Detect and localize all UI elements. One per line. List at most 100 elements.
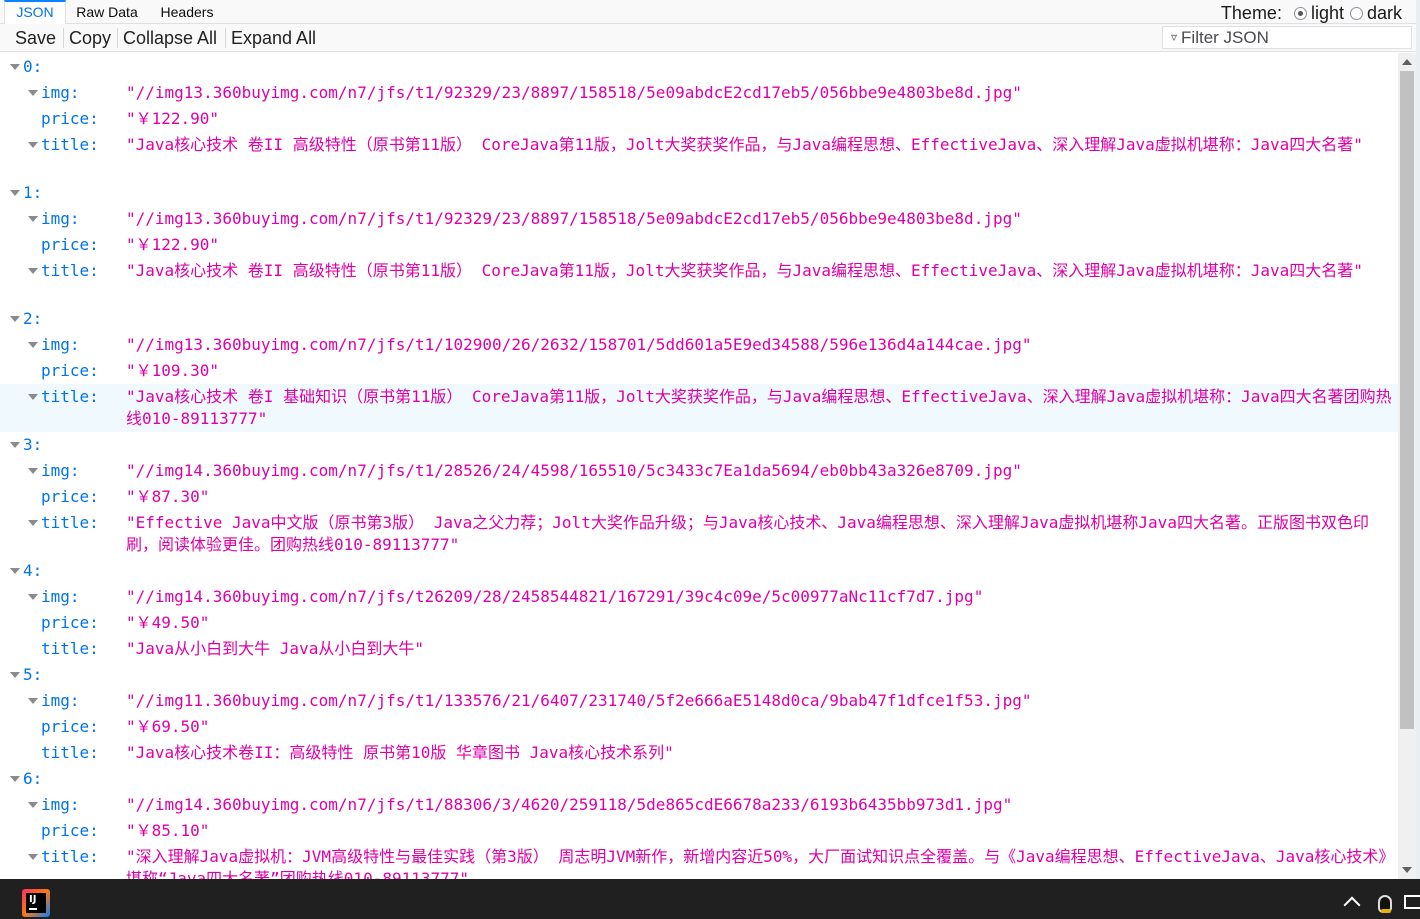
theme-label: Theme:: [1220, 3, 1282, 23]
tree-row-title[interactable]: title: "Java从小白到大牛 Java从小白到大牛": [0, 636, 1398, 662]
tree-index-row[interactable]: 2:: [0, 306, 1398, 332]
expand-toggle-icon[interactable]: [28, 591, 38, 601]
theme-dark-label[interactable]: dark: [1367, 3, 1402, 23]
expand-toggle-icon[interactable]: [28, 339, 38, 349]
tree-row-img[interactable]: img: "//img14.360buyimg.com/n7/jfs/t1/28…: [0, 458, 1398, 484]
theme-light-label[interactable]: light: [1311, 3, 1344, 23]
expand-toggle-icon[interactable]: [10, 439, 20, 449]
tree-index-row[interactable]: 6:: [0, 766, 1398, 792]
tree-row-title[interactable]: title: "Effective Java中文版（原书第3版） Java之父力…: [0, 510, 1398, 558]
key-title: title:: [41, 743, 99, 762]
expand-toggle-icon[interactable]: [28, 391, 38, 401]
tree-row-img[interactable]: img: "//img11.360buyimg.com/n7/jfs/t1/13…: [0, 688, 1398, 714]
json-toolbar: Save Copy Collapse All Expand All ▿ Filte…: [0, 24, 1420, 52]
tree-row-title[interactable]: title: "深入理解Java虚拟机：JVM高级特性与最佳实践（第3版） 周志…: [0, 844, 1398, 879]
tab-headers[interactable]: Headers: [152, 0, 222, 24]
intellij-idea-icon[interactable]: IJ: [22, 889, 50, 917]
key-title: title:: [41, 261, 99, 280]
value-title: "Java核心技术 卷I 基础知识（原书第11版） CoreJava第11版，J…: [126, 387, 1392, 428]
expand-toggle-icon[interactable]: [28, 695, 38, 705]
toolbar-separator: [117, 28, 118, 48]
tree-row-img[interactable]: img: "//img13.360buyimg.com/n7/jfs/t1/92…: [0, 206, 1398, 232]
qq-penguin-icon[interactable]: [1378, 895, 1392, 913]
tree-index-row[interactable]: 0:: [0, 54, 1398, 80]
key-img: img:: [41, 461, 80, 480]
tree-row-price[interactable]: price: "￥122.90": [0, 106, 1398, 132]
scrollbar-thumb[interactable]: [1400, 71, 1414, 729]
index-key: 5:: [23, 665, 43, 684]
theme-dark-radio[interactable]: [1349, 7, 1363, 20]
value-title: "Java从小白到大牛 Java从小白到大牛": [126, 639, 424, 658]
tree-row-price[interactable]: price: "￥49.50": [0, 610, 1398, 636]
tree-index-row[interactable]: 4:: [0, 558, 1398, 584]
toolbar-separator: [225, 28, 226, 48]
expand-toggle-icon[interactable]: [10, 187, 20, 197]
tree-row-title[interactable]: title: "Java核心技术 卷II 高级特性（原书第11版） CoreJa…: [0, 132, 1398, 180]
index-key: 6:: [23, 769, 43, 788]
expand-toggle-icon[interactable]: [28, 465, 38, 475]
tree-row-title[interactable]: title: "Java核心技术卷II：高级特性 原书第10版 华章图书 Jav…: [0, 740, 1398, 766]
tree-row-img[interactable]: img: "//img13.360buyimg.com/n7/jfs/t1/92…: [0, 80, 1398, 106]
tree-row-img[interactable]: img: "//img14.360buyimg.com/n7/jfs/t1/88…: [0, 792, 1398, 818]
vertical-scrollbar[interactable]: [1398, 53, 1416, 879]
key-price: price:: [41, 717, 99, 736]
expand-toggle-icon[interactable]: [28, 851, 38, 861]
tree-row-price[interactable]: price: "￥122.90": [0, 232, 1398, 258]
expand-toggle-icon[interactable]: [10, 61, 20, 71]
index-key: 1:: [23, 183, 43, 202]
expand-toggle-icon[interactable]: [10, 669, 20, 679]
expand-toggle-icon[interactable]: [10, 773, 20, 783]
index-key: 4:: [23, 561, 43, 580]
key-img: img:: [41, 795, 80, 814]
value-price: "￥85.10": [126, 821, 210, 840]
expand-toggle-icon[interactable]: [28, 139, 38, 149]
collapse-all-button[interactable]: Collapse All: [120, 24, 220, 52]
value-title: "Java核心技术 卷II 高级特性（原书第11版） CoreJava第11版，…: [126, 261, 1363, 280]
expand-toggle-icon[interactable]: [28, 265, 38, 275]
tree-index-row[interactable]: 1:: [0, 180, 1398, 206]
tree-index-row[interactable]: 3:: [0, 432, 1398, 458]
tab-json[interactable]: JSON: [4, 0, 66, 25]
viewer-tab-bar: JSON Raw Data Headers Theme: light dark: [0, 0, 1420, 25]
value-img: "//img11.360buyimg.com/n7/jfs/t1/133576/…: [126, 691, 1032, 710]
value-title: "Effective Java中文版（原书第3版） Java之父力荐；Jolt大…: [126, 513, 1369, 554]
key-img: img:: [41, 691, 80, 710]
scroll-up-arrow-icon[interactable]: [1402, 59, 1412, 65]
tree-row-price[interactable]: price: "￥85.10": [0, 818, 1398, 844]
expand-toggle-icon[interactable]: [10, 565, 20, 575]
value-img: "//img13.360buyimg.com/n7/jfs/t1/102900/…: [126, 335, 1032, 354]
expand-all-button[interactable]: Expand All: [228, 24, 319, 52]
expand-toggle-icon[interactable]: [28, 799, 38, 809]
copy-button[interactable]: Copy: [66, 24, 114, 52]
value-price: "￥122.90": [126, 235, 220, 254]
tree-row-price[interactable]: price: "￥87.30": [0, 484, 1398, 510]
tree-row-price[interactable]: price: "￥109.30": [0, 358, 1398, 384]
expand-toggle-icon[interactable]: [28, 87, 38, 97]
tab-raw-data[interactable]: Raw Data: [70, 0, 144, 24]
key-img: img:: [41, 209, 80, 228]
key-price: price:: [41, 109, 99, 128]
right-edge-window: [1416, 0, 1420, 880]
tray-chevron-up-icon[interactable]: [1343, 896, 1361, 914]
tree-row-title[interactable]: title: "Java核心技术 卷II 高级特性（原书第11版） CoreJa…: [0, 258, 1398, 306]
key-price: price:: [41, 361, 99, 380]
index-key: 3:: [23, 435, 43, 454]
tree-row-title[interactable]: title: "Java核心技术 卷I 基础知识（原书第11版） CoreJav…: [0, 384, 1398, 432]
value-price: "￥49.50": [126, 613, 210, 632]
save-button[interactable]: Save: [12, 24, 59, 52]
tree-row-img[interactable]: img: "//img14.360buyimg.com/n7/jfs/t2620…: [0, 584, 1398, 610]
toolbar-separator: [63, 28, 64, 48]
tree-row-img[interactable]: img: "//img13.360buyimg.com/n7/jfs/t1/10…: [0, 332, 1398, 358]
filter-json-input[interactable]: ▿ Filter JSON: [1162, 26, 1412, 49]
theme-light-radio[interactable]: [1293, 7, 1307, 20]
network-icon[interactable]: [1404, 895, 1420, 909]
key-price: price:: [41, 613, 99, 632]
scroll-down-arrow-icon[interactable]: [1402, 867, 1412, 873]
expand-toggle-icon[interactable]: [28, 517, 38, 527]
expand-toggle-icon[interactable]: [28, 213, 38, 223]
tree-row-price[interactable]: price: "￥69.50": [0, 714, 1398, 740]
value-title: "Java核心技术卷II：高级特性 原书第10版 华章图书 Java核心技术系列…: [126, 743, 674, 762]
key-price: price:: [41, 487, 99, 506]
expand-toggle-icon[interactable]: [10, 313, 20, 323]
tree-index-row[interactable]: 5:: [0, 662, 1398, 688]
